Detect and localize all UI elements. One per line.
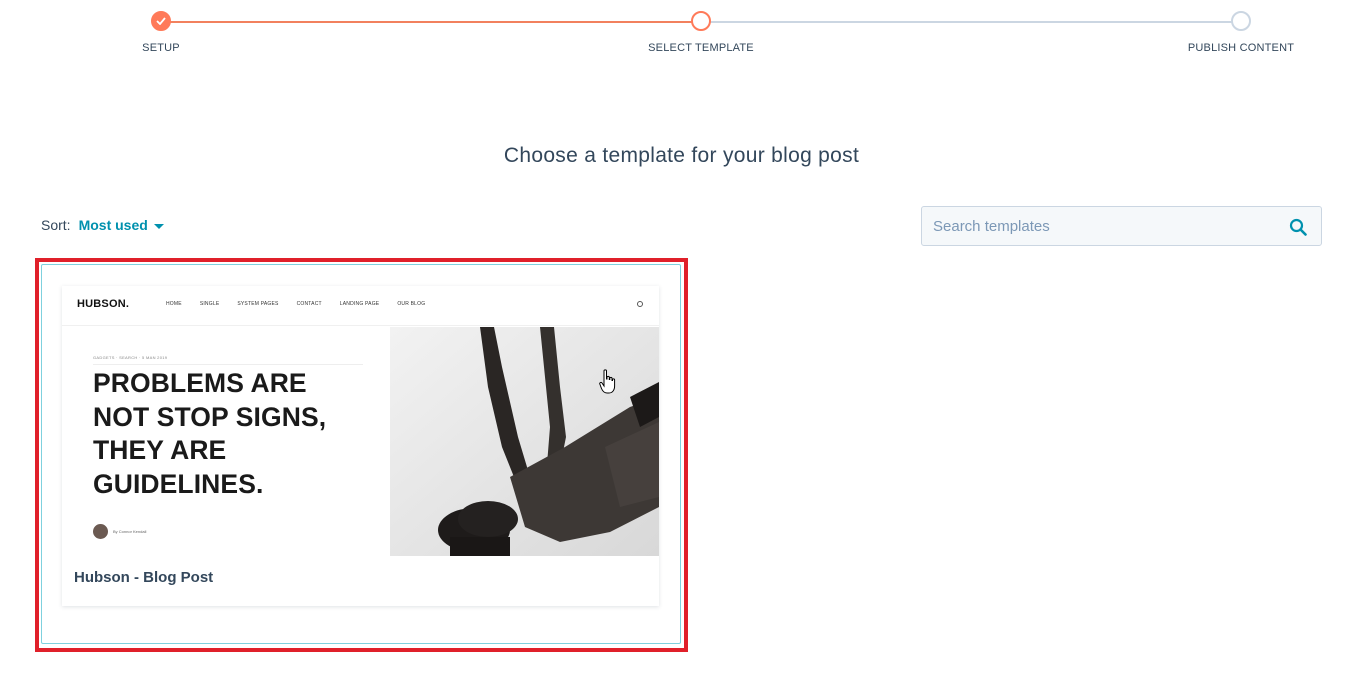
step-publish-content-label: PUBLISH CONTENT [1187,42,1295,54]
checkmark-icon [156,17,166,25]
preview-avatar [93,524,108,539]
step-select-template-dot [691,11,711,31]
sort-label: Sort: [41,217,71,233]
preview-hero-image [390,327,659,556]
preview-divider [93,364,363,365]
preview-menu-item: CONTACT [296,301,322,307]
step-setup-label[interactable]: SETUP [142,42,180,54]
template-card[interactable]: HUBSON. HOME SINGLE SYSTEM PAGES CONTACT… [62,286,659,606]
preview-headline-line: PROBLEMS ARE [93,368,307,398]
preview-logo: HUBSON. [77,298,130,310]
search-icon[interactable] [1289,218,1307,236]
preview-headline-line: GUIDELINES. [93,468,264,499]
search-input[interactable] [922,207,1262,245]
preview-navbar: HUBSON. HOME SINGLE SYSTEM PAGES CONTACT… [62,286,659,326]
search-box [921,206,1322,246]
preview-headline-line: THEY ARE [93,435,227,465]
preview-menu-item: SINGLE [199,301,220,307]
preview-menu-item: SYSTEM PAGES [237,301,279,307]
template-name[interactable]: Hubson - Blog Post [74,569,213,586]
sort-dropdown[interactable]: Most used [79,217,148,233]
preview-menu-item: HOME [166,301,182,307]
caret-down-icon[interactable] [153,223,164,229]
preview-menu: HOME SINGLE SYSTEM PAGES CONTACT LANDING… [166,301,443,307]
step-connector-complete [161,21,701,23]
preview-menu-item: LANDING PAGE [339,301,380,307]
page-title: Choose a template for your blog post [503,144,860,167]
step-publish-content-dot [1231,11,1251,31]
sort-control: Sort: Most used [41,217,164,233]
preview-post-meta: GADGETS · SEARCH · 5 MAN 2019 [93,355,168,360]
hand-pointer-cursor-icon [599,369,616,394]
template-preview[interactable]: HUBSON. HOME SINGLE SYSTEM PAGES CONTACT… [62,286,659,556]
step-connector-pending [701,21,1241,23]
preview-headline-line: NOT STOP SIGNS, [93,401,327,432]
preview-search-icon [637,301,643,307]
step-setup-dot[interactable] [151,11,171,31]
preview-headline: PROBLEMS ARE NOT STOP SIGNS, THEY ARE GU… [93,367,383,501]
step-select-template-label: SELECT TEMPLATE [648,42,754,54]
progress-stepper: SETUP SELECT TEMPLATE PUBLISH CONTENT [0,0,1353,70]
preview-author-name: By Connor Kendall [113,529,147,534]
preview-menu-item: OUR BLOG [397,301,426,307]
preview-author: By Connor Kendall [93,524,146,539]
